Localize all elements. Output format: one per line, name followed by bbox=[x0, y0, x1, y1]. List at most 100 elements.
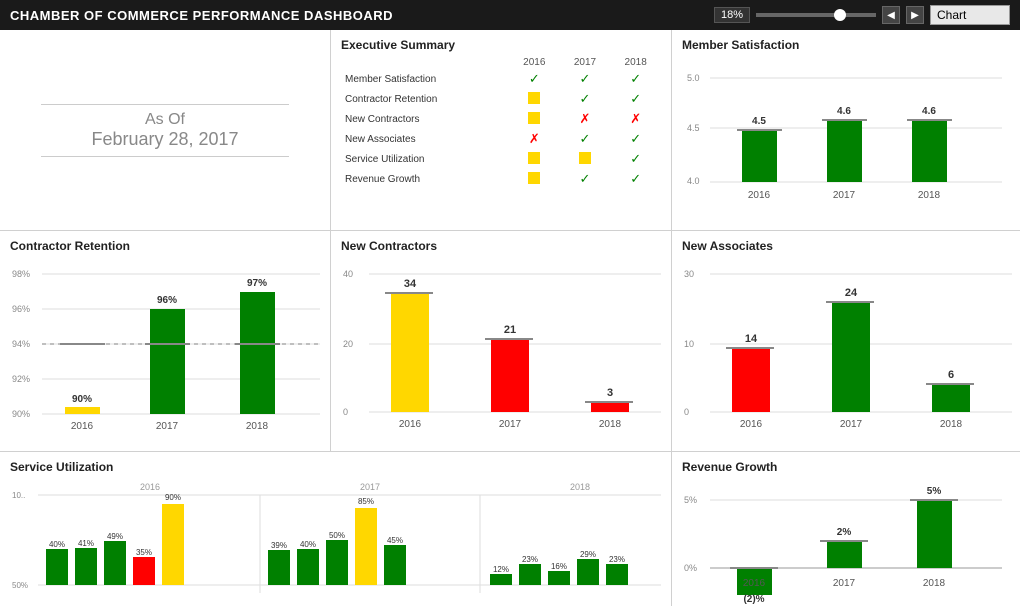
exec-row: New Associates✗✓✓ bbox=[341, 129, 661, 149]
svg-text:40%: 40% bbox=[300, 540, 316, 549]
header-controls: 18% ◀ ▶ Chart bbox=[714, 5, 1010, 25]
svg-text:2016: 2016 bbox=[740, 419, 763, 430]
check-icon: ✓ bbox=[580, 71, 591, 86]
bar-nc-2018 bbox=[591, 402, 629, 412]
svg-text:23%: 23% bbox=[522, 555, 538, 564]
x-icon: ✗ bbox=[580, 111, 591, 126]
exec-row: Service Utilization✓ bbox=[341, 149, 661, 169]
svg-text:2016: 2016 bbox=[399, 419, 422, 430]
svg-text:5%: 5% bbox=[927, 486, 942, 497]
col-2016: 2016 bbox=[509, 56, 560, 69]
bar-rg-2018 bbox=[917, 500, 952, 568]
svg-text:2018: 2018 bbox=[599, 419, 622, 430]
svg-text:24: 24 bbox=[845, 287, 858, 299]
exec-cell-2018: ✗ bbox=[610, 109, 661, 129]
bar-cr-2017 bbox=[150, 309, 185, 414]
yellow-square-icon bbox=[528, 152, 540, 164]
exec-cell-2016: ✓ bbox=[509, 69, 560, 89]
svg-text:20: 20 bbox=[343, 339, 353, 349]
exec-cell-2017: ✓ bbox=[560, 129, 611, 149]
svg-text:16%: 16% bbox=[551, 562, 567, 571]
new-contractors-panel: New Contractors 40 20 0 34 2016 21 2017 … bbox=[331, 231, 671, 451]
svg-text:23%: 23% bbox=[609, 555, 625, 564]
svg-text:90%: 90% bbox=[165, 493, 181, 502]
nav-left-button[interactable]: ◀ bbox=[882, 6, 900, 24]
svg-text:40: 40 bbox=[343, 269, 353, 279]
zoom-slider-container bbox=[756, 13, 876, 17]
zoom-slider[interactable] bbox=[756, 13, 876, 17]
svg-text:41%: 41% bbox=[78, 539, 94, 548]
chart-select-wrapper: Chart bbox=[930, 5, 1010, 25]
member-satisfaction-title: Member Satisfaction bbox=[682, 38, 1012, 52]
svg-text:2016: 2016 bbox=[748, 190, 771, 201]
revenue-growth-title: Revenue Growth bbox=[682, 460, 1012, 474]
check-icon: ✓ bbox=[630, 91, 641, 106]
svg-text:2016: 2016 bbox=[140, 482, 160, 492]
as-of-date: February 28, 2017 bbox=[91, 129, 238, 150]
svg-text:5.0: 5.0 bbox=[687, 73, 700, 83]
exec-cell-2016 bbox=[509, 169, 560, 189]
exec-row-label: New Contractors bbox=[341, 109, 509, 129]
yellow-square-icon bbox=[528, 92, 540, 104]
svg-text:(2)%: (2)% bbox=[743, 594, 764, 605]
bar-na-2016 bbox=[732, 348, 770, 412]
svg-text:3: 3 bbox=[607, 387, 613, 399]
new-associates-title: New Associates bbox=[682, 239, 1012, 253]
exec-row: Contractor Retention✓✓ bbox=[341, 89, 661, 109]
svg-text:90%: 90% bbox=[12, 409, 30, 419]
member-satisfaction-panel: Member Satisfaction 5.0 4.5 4.0 4.5 2016… bbox=[672, 30, 1020, 230]
exec-row-label: Member Satisfaction bbox=[341, 69, 509, 89]
bar-na-2017 bbox=[832, 302, 870, 412]
as-of-panel: As Of February 28, 2017 bbox=[0, 30, 330, 230]
check-icon: ✓ bbox=[529, 71, 540, 86]
chart-type-select[interactable]: Chart bbox=[930, 5, 1010, 25]
svg-text:2017: 2017 bbox=[833, 578, 856, 589]
check-icon: ✓ bbox=[630, 71, 641, 86]
check-icon: ✓ bbox=[630, 171, 641, 186]
exec-cell-2017: ✗ bbox=[560, 109, 611, 129]
exec-cell-2016: ✗ bbox=[509, 129, 560, 149]
svg-text:34: 34 bbox=[404, 278, 417, 290]
svg-text:45%: 45% bbox=[387, 536, 403, 545]
col-2017: 2017 bbox=[560, 56, 611, 69]
dashboard-grid: As Of February 28, 2017 Executive Summar… bbox=[0, 30, 1020, 606]
bar-ms-2017 bbox=[827, 120, 862, 182]
exec-cell-2018: ✓ bbox=[610, 149, 661, 169]
svg-text:5%: 5% bbox=[684, 495, 697, 505]
bar-cr-2018 bbox=[240, 292, 275, 414]
exec-cell-2018: ✓ bbox=[610, 69, 661, 89]
svg-text:4.6: 4.6 bbox=[922, 106, 936, 117]
exec-cell-2016 bbox=[509, 109, 560, 129]
svg-text:0: 0 bbox=[343, 407, 348, 417]
contractor-retention-panel: Contractor Retention 98% 96% 94% 92% 90%… bbox=[0, 231, 330, 451]
new-associates-chart: 30 10 0 14 2016 24 2017 6 2018 bbox=[682, 257, 1012, 437]
check-icon: ✓ bbox=[580, 131, 591, 146]
bar-nc-2017 bbox=[491, 339, 529, 412]
check-icon: ✓ bbox=[630, 151, 641, 166]
svg-text:2018: 2018 bbox=[923, 578, 946, 589]
svg-text:2017: 2017 bbox=[499, 419, 522, 430]
exec-cell-2018: ✓ bbox=[610, 129, 661, 149]
as-of-label: As Of bbox=[145, 111, 185, 129]
svg-text:2017: 2017 bbox=[833, 190, 856, 201]
service-utilization-title: Service Utilization bbox=[10, 460, 661, 474]
bar-na-2018 bbox=[932, 384, 970, 412]
executive-summary-table: 2016 2017 2018 Member Satisfaction✓✓✓Con… bbox=[341, 56, 661, 189]
zoom-level: 18% bbox=[714, 7, 750, 23]
svg-text:2018: 2018 bbox=[918, 190, 941, 201]
svg-text:30: 30 bbox=[684, 269, 694, 279]
svg-text:85%: 85% bbox=[358, 497, 374, 506]
svg-text:97%: 97% bbox=[247, 278, 267, 289]
svg-text:12%: 12% bbox=[493, 565, 509, 574]
svg-text:4.0: 4.0 bbox=[687, 176, 700, 186]
svg-text:2018: 2018 bbox=[940, 419, 963, 430]
top-line bbox=[41, 104, 289, 105]
exec-cell-2018: ✓ bbox=[610, 169, 661, 189]
check-icon: ✓ bbox=[580, 171, 591, 186]
bar-ms-2018 bbox=[912, 120, 947, 182]
bar-ms-2016 bbox=[742, 130, 777, 182]
check-icon: ✓ bbox=[630, 131, 641, 146]
nav-right-button[interactable]: ▶ bbox=[906, 6, 924, 24]
svg-text:96%: 96% bbox=[157, 295, 177, 306]
svg-text:2016: 2016 bbox=[743, 578, 766, 589]
